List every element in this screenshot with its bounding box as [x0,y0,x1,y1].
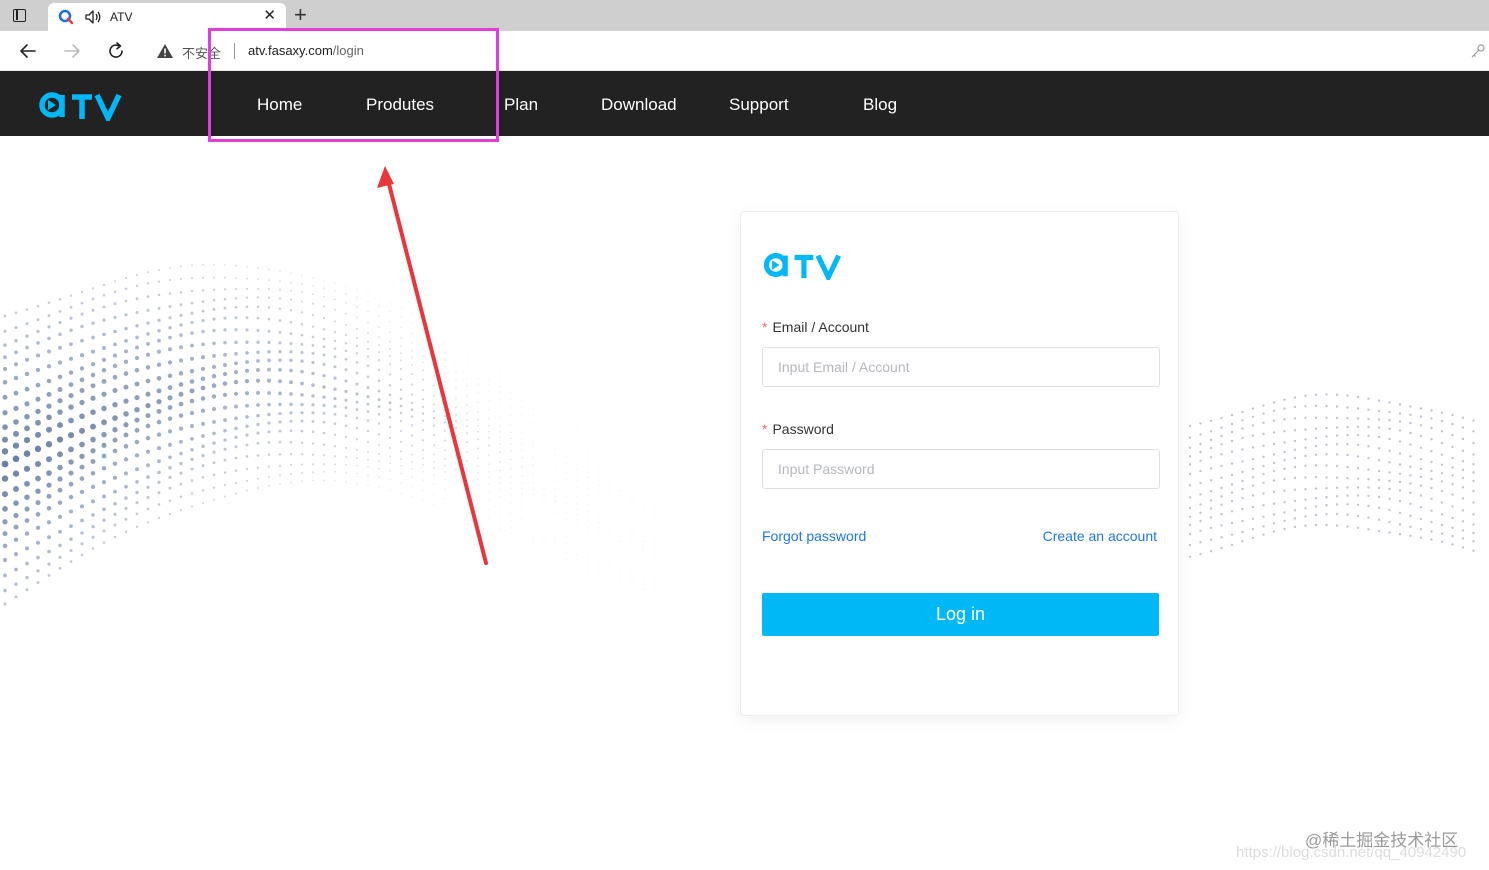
new-tab-icon[interactable]: + [294,3,307,27]
login-card: *Email / Account *Password Forgot passwo… [740,211,1179,716]
atv-logo[interactable] [38,89,124,121]
tab-close-icon[interactable]: ✕ [263,8,276,24]
reload-icon[interactable] [104,39,128,63]
forward-icon[interactable] [60,39,84,63]
email-input[interactable] [762,347,1160,387]
tab-title: ATV [110,10,133,24]
nav-plan[interactable]: Plan [504,95,538,115]
nav-blog[interactable]: Blog [863,95,897,115]
email-label: * Email / Account [762,319,869,335]
back-icon[interactable] [16,39,40,63]
required-mark: * [762,319,768,335]
annotation-highlight-box [208,28,499,142]
card-atv-logo [763,253,841,280]
key-icon[interactable] [1470,43,1486,59]
watermark-text: @稀土掘金技术社区 [1305,831,1459,850]
login-button[interactable]: Log in [762,593,1159,636]
browser-tab[interactable]: ATV ✕ [48,3,286,31]
warning-icon[interactable] [156,43,174,59]
nav-support[interactable]: Support [729,95,789,115]
site-favicon-icon [58,9,74,25]
browser-tab-bar: ATV ✕ + [0,0,1489,31]
create-account-link[interactable]: Create an account [1043,528,1157,544]
tab-actions-icon[interactable] [10,6,30,26]
password-label: * Password [762,421,834,437]
forgot-password-link[interactable]: Forgot password [762,528,866,544]
nav-download[interactable]: Download [601,95,677,115]
password-input[interactable] [762,449,1160,489]
speaker-icon[interactable] [84,8,102,26]
required-mark: * [762,421,768,437]
